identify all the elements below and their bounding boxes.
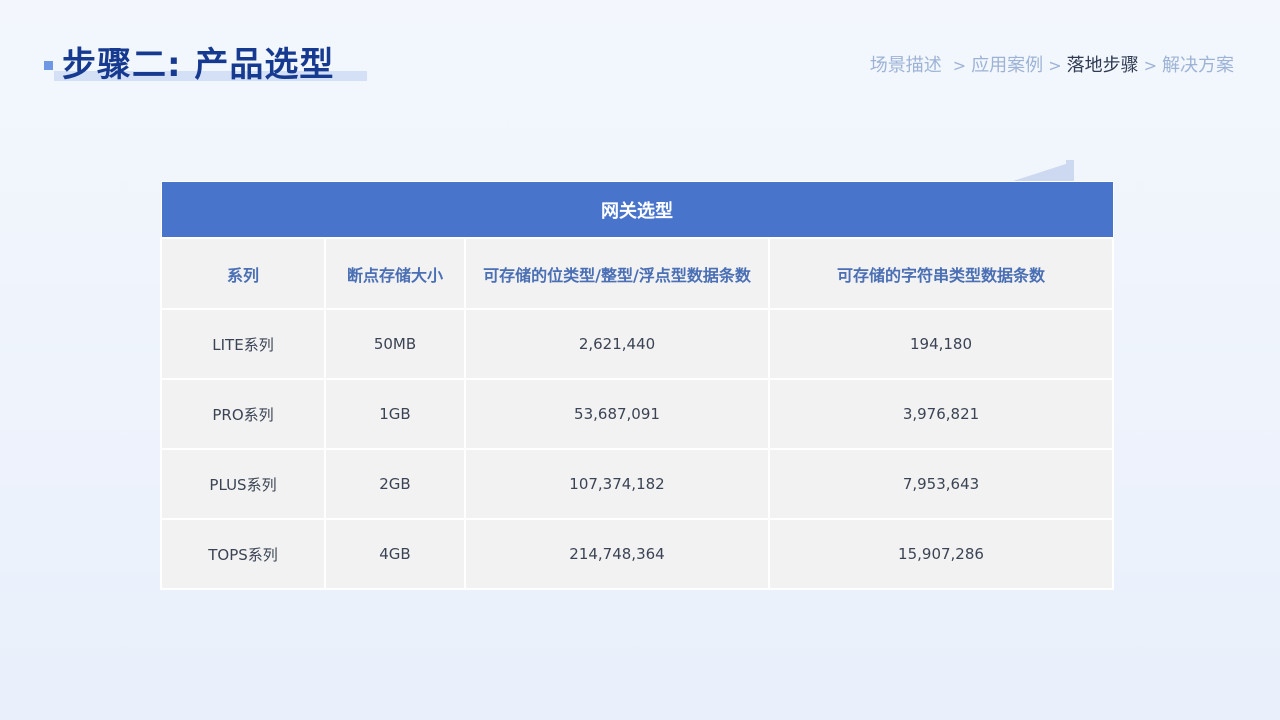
breadcrumb-separator: > <box>952 56 967 75</box>
cell-string-records: 7,953,643 <box>768 448 1114 520</box>
cell-string-records: 3,976,821 <box>768 378 1114 450</box>
table-row: TOPS系列 4GB 214,748,364 15,907,286 <box>160 518 1114 590</box>
table-row: PRO系列 1GB 53,687,091 3,976,821 <box>160 378 1114 450</box>
breadcrumb-item-solution[interactable]: 解决方案 <box>1162 54 1234 78</box>
column-header-string-records: 可存储的字符串类型数据条数 <box>768 237 1114 310</box>
cell-series: LITE系列 <box>160 308 326 380</box>
cell-numeric-records: 53,687,091 <box>464 378 770 450</box>
gateway-selection-table: 网关选型 系列 断点存储大小 可存储的位类型/整型/浮点型数据条数 可存储的字符… <box>160 181 1114 590</box>
breadcrumb: 场景描述 > 应用案例 > 落地步骤 > 解决方案 <box>870 54 1234 78</box>
cell-numeric-records: 214,748,364 <box>464 518 770 590</box>
cell-string-records: 15,907,286 <box>768 518 1114 590</box>
cell-storage-size: 2GB <box>324 448 466 520</box>
cell-numeric-records: 2,621,440 <box>464 308 770 380</box>
page-title: 步骤二: 产品选型 <box>62 45 335 85</box>
table-header-row: 系列 断点存储大小 可存储的位类型/整型/浮点型数据条数 可存储的字符串类型数据… <box>160 237 1114 310</box>
cell-numeric-records: 107,374,182 <box>464 448 770 520</box>
breadcrumb-separator: > <box>1048 56 1062 75</box>
table-caption: 网关选型 <box>160 181 1114 239</box>
column-header-storage-size: 断点存储大小 <box>324 237 466 310</box>
table-row: LITE系列 50MB 2,621,440 194,180 <box>160 308 1114 380</box>
decorative-band-edge <box>1066 160 1074 182</box>
cell-series: PLUS系列 <box>160 448 326 520</box>
cell-storage-size: 1GB <box>324 378 466 450</box>
breadcrumb-item-cases[interactable]: 应用案例 <box>971 54 1043 78</box>
cell-storage-size: 50MB <box>324 308 466 380</box>
column-header-numeric-records: 可存储的位类型/整型/浮点型数据条数 <box>464 237 770 310</box>
cell-series: TOPS系列 <box>160 518 326 590</box>
cell-string-records: 194,180 <box>768 308 1114 380</box>
breadcrumb-item-steps[interactable]: 落地步骤 <box>1067 54 1139 78</box>
cell-storage-size: 4GB <box>324 518 466 590</box>
column-header-series: 系列 <box>160 237 326 310</box>
cell-series: PRO系列 <box>160 378 326 450</box>
table-row: PLUS系列 2GB 107,374,182 7,953,643 <box>160 448 1114 520</box>
title-bullet <box>44 61 53 70</box>
breadcrumb-separator: > <box>1143 56 1157 75</box>
breadcrumb-item-scene[interactable]: 场景描述 <box>870 54 942 78</box>
